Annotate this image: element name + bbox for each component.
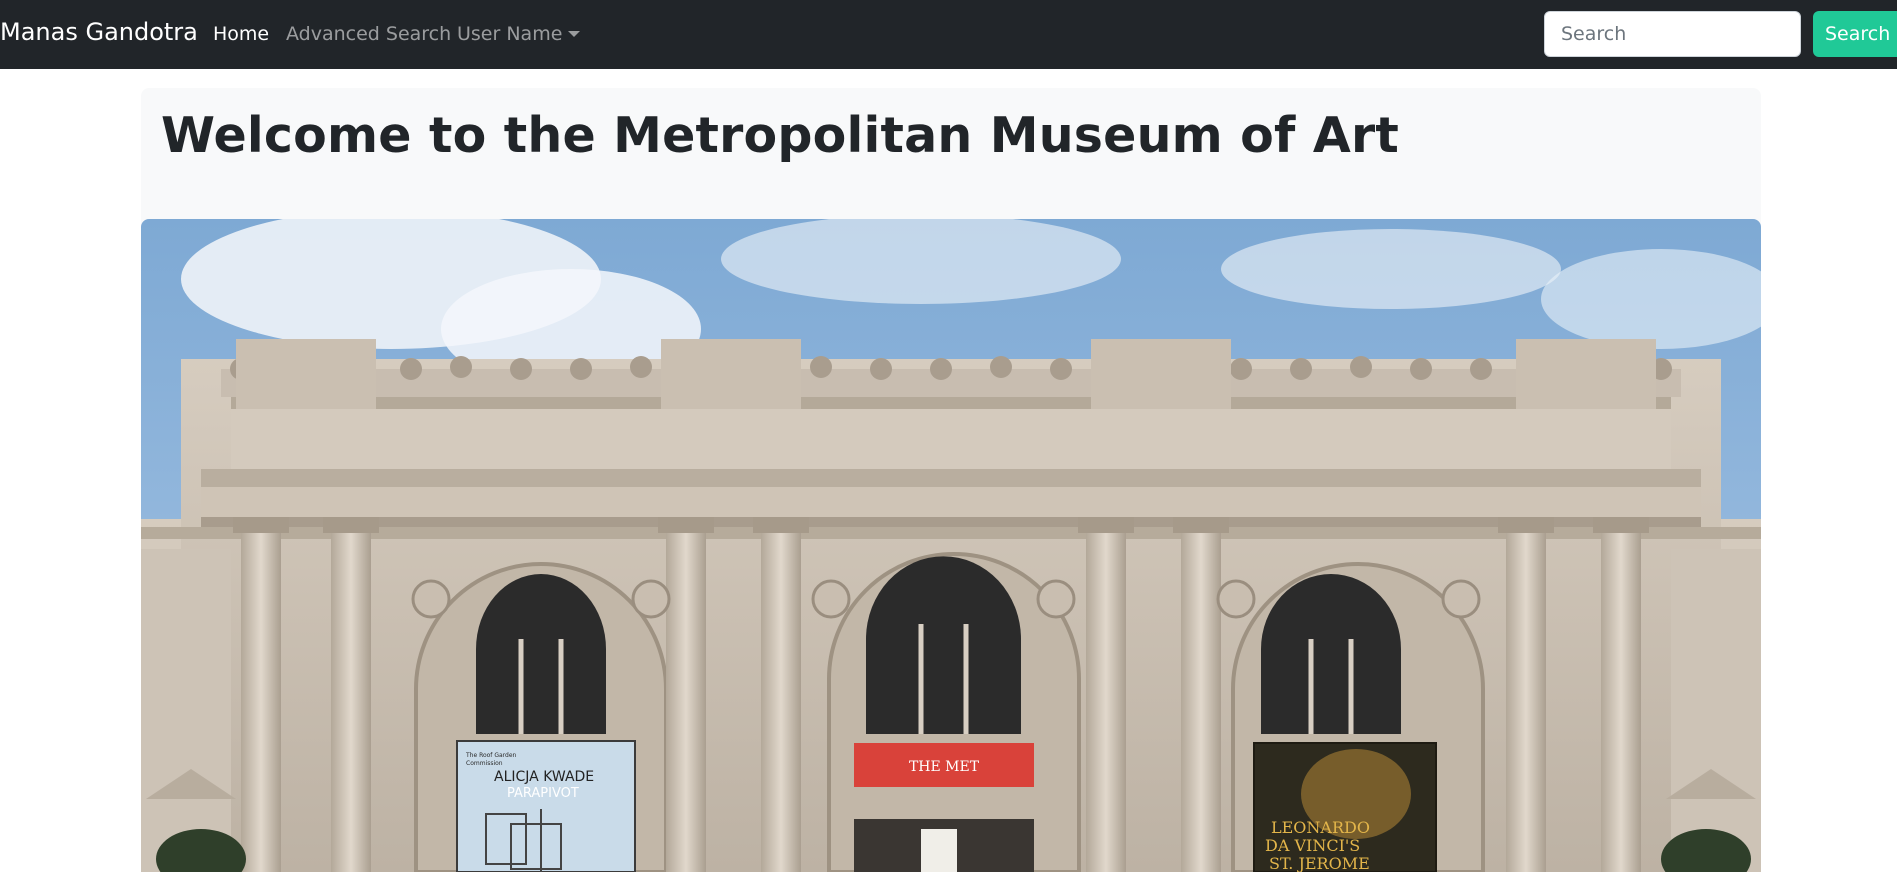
- banner-right-line1: LEONARDO: [1271, 818, 1370, 837]
- page-title: Welcome to the Metropolitan Museum of Ar…: [161, 107, 1399, 164]
- search-button[interactable]: Search: [1813, 11, 1897, 57]
- user-name-dropdown[interactable]: User Name: [457, 23, 581, 45]
- banner-right-line2: DA VINCI'S: [1265, 836, 1360, 855]
- banner-right-line3: ST. JEROME: [1269, 854, 1370, 872]
- banner-left-title: ALICJA KWADE: [494, 769, 594, 785]
- caret-down-icon: [568, 31, 581, 37]
- banner-left-subtitle: PARAPIVOT: [507, 786, 579, 801]
- search-input[interactable]: [1544, 11, 1801, 57]
- banner-left-line2: Commission: [466, 760, 503, 767]
- museum-facade-image: The Roof Garden Commission ALICJA KWADE …: [141, 219, 1761, 872]
- banner-center-title: THE MET: [909, 759, 980, 775]
- nav-link-advanced-search[interactable]: Advanced Search: [286, 23, 451, 45]
- user-name-label: User Name: [457, 23, 563, 45]
- museum-hero-image: The Roof Garden Commission ALICJA KWADE …: [141, 219, 1761, 872]
- top-navbar: Manas Gandotra Home Advanced Search User…: [0, 0, 1897, 69]
- nav-link-home[interactable]: Home: [213, 23, 269, 45]
- brand-link[interactable]: Manas Gandotra: [0, 18, 198, 46]
- banner-left-line1: The Roof Garden: [465, 752, 517, 759]
